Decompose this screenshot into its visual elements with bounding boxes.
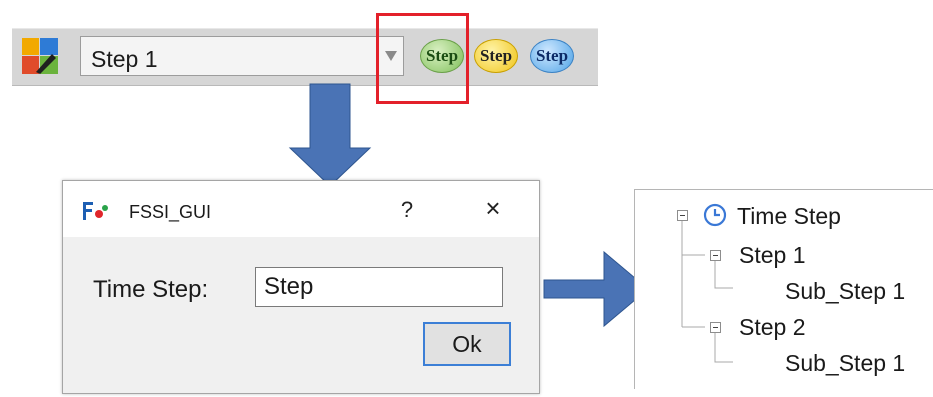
- time-step-label: Time Step:: [93, 276, 209, 303]
- tree-item-sub-step[interactable]: Sub_Step 1: [785, 278, 905, 305]
- tree-collapse-toggle-root[interactable]: [677, 210, 688, 221]
- tree-item-step-1[interactable]: Step 1: [739, 242, 806, 269]
- tree-collapse-toggle-step-1[interactable]: [710, 250, 721, 261]
- right-arrow: [543, 250, 649, 328]
- fssi-logo-icon: [83, 202, 108, 220]
- time-step-dialog: FSSI_GUI ? × Time Step: Ok: [62, 180, 540, 394]
- close-button[interactable]: ×: [478, 193, 508, 224]
- help-button[interactable]: ?: [395, 197, 419, 223]
- dialog-titlebar: FSSI_GUI ? ×: [63, 181, 539, 237]
- tree-collapse-toggle-step-2[interactable]: [710, 322, 721, 333]
- tree-item-time-step[interactable]: Time Step: [737, 203, 841, 230]
- down-arrow: [288, 83, 372, 187]
- time-step-input[interactable]: [255, 267, 503, 307]
- dialog-title: FSSI_GUI: [129, 202, 212, 222]
- clock-icon: [703, 203, 727, 227]
- tree-item-sub-step[interactable]: Sub_Step 1: [785, 350, 905, 377]
- ok-button[interactable]: Ok: [423, 322, 511, 366]
- tree-item-step-2[interactable]: Step 2: [739, 314, 806, 341]
- step-tree-panel: Time Step Step 1 Sub_Step 1 Step 2 Sub_S…: [634, 189, 933, 389]
